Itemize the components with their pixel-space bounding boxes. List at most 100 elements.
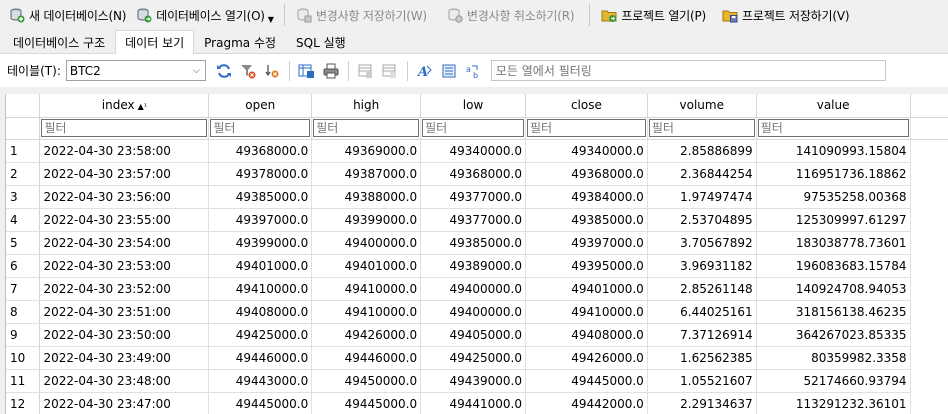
table-cell[interactable]: 2022-04-30 23:54:00 <box>39 231 210 255</box>
open-project-button[interactable]: 프로젝트 열기(P) <box>596 2 711 28</box>
column-filter-input-low[interactable] <box>422 119 524 137</box>
tab-edit-pragmas[interactable]: Pragma 수정 <box>194 31 286 53</box>
revert-changes-button[interactable]: 변경사항 취소하기(R) <box>442 2 579 28</box>
table-cell[interactable]: 2022-04-30 23:53:00 <box>39 254 210 278</box>
table-cell[interactable]: 140924708.94053 <box>756 277 911 301</box>
table-cell[interactable]: 49425000.0 <box>420 346 526 370</box>
table-cell[interactable]: 49401000.0 <box>525 277 648 301</box>
table-cell[interactable]: 49445000.0 <box>208 392 313 414</box>
row-number[interactable]: 11 <box>6 369 41 393</box>
column-header-volume[interactable]: volume <box>647 94 757 118</box>
table-cell[interactable]: 49340000.0 <box>525 139 648 163</box>
table-cell[interactable]: 116951736.18862 <box>756 162 911 186</box>
table-cell[interactable]: 49410000.0 <box>525 300 648 324</box>
row-number[interactable]: 7 <box>6 277 41 301</box>
table-cell[interactable]: 97535258.00368 <box>756 185 911 209</box>
table-cell[interactable]: 49399000.0 <box>208 231 313 255</box>
font-settings-button[interactable]: A <box>413 59 437 83</box>
table-cell[interactable]: 49410000.0 <box>311 300 422 324</box>
table-cell[interactable]: 125309997.61297 <box>756 208 911 232</box>
table-cell[interactable]: 2.85886899 <box>647 139 757 163</box>
table-cell[interactable]: 49389000.0 <box>420 254 526 278</box>
table-cell[interactable]: 49426000.0 <box>311 323 422 347</box>
print-button[interactable] <box>319 59 343 83</box>
table-cell[interactable]: 2022-04-30 23:55:00 <box>39 208 210 232</box>
table-cell[interactable]: 49397000.0 <box>525 231 648 255</box>
table-cell[interactable]: 1.05521607 <box>647 369 757 393</box>
table-cell[interactable]: 1.97497474 <box>647 185 757 209</box>
column-header-low[interactable]: low <box>420 94 526 118</box>
table-cell[interactable]: 2022-04-30 23:56:00 <box>39 185 210 209</box>
table-cell[interactable]: 49377000.0 <box>420 185 526 209</box>
clear-sorting-button[interactable] <box>260 59 284 83</box>
table-cell[interactable]: 2022-04-30 23:48:00 <box>39 369 210 393</box>
table-cell[interactable]: 49395000.0 <box>525 254 648 278</box>
table-cell[interactable]: 49443000.0 <box>208 369 313 393</box>
table-cell[interactable]: 49378000.0 <box>208 162 313 186</box>
column-filter-input-close[interactable] <box>526 119 646 137</box>
row-number[interactable]: 6 <box>6 254 41 278</box>
table-cell[interactable]: 2022-04-30 23:47:00 <box>39 392 210 414</box>
table-row[interactable]: 11 2022-04-30 23:48:00 49443000.0 49450000.… <box>6 369 948 393</box>
table-cell[interactable]: 80359982.3358 <box>756 346 911 370</box>
column-header-index[interactable]: index ▲¹ <box>39 94 210 118</box>
table-cell[interactable]: 49401000.0 <box>311 254 422 278</box>
table-cell[interactable]: 49410000.0 <box>208 277 313 301</box>
table-cell[interactable]: 49408000.0 <box>208 300 313 324</box>
column-filter-input-high[interactable] <box>313 119 420 137</box>
table-cell[interactable]: 2022-04-30 23:49:00 <box>39 346 210 370</box>
table-cell[interactable]: 49400000.0 <box>420 277 526 301</box>
row-number[interactable]: 8 <box>6 300 41 324</box>
table-cell[interactable]: 2022-04-30 23:57:00 <box>39 162 210 186</box>
table-cell[interactable]: 49425000.0 <box>208 323 313 347</box>
table-cell[interactable]: 49445000.0 <box>311 392 422 414</box>
table-cell[interactable]: 113291232.36101 <box>756 392 911 414</box>
row-number[interactable]: 12 <box>6 392 41 414</box>
table-cell[interactable]: 7.37126914 <box>647 323 757 347</box>
clear-filters-button[interactable] <box>236 59 260 83</box>
table-cell[interactable]: 49387000.0 <box>311 162 422 186</box>
table-cell[interactable]: 2.53704895 <box>647 208 757 232</box>
table-cell[interactable]: 2.29134637 <box>647 392 757 414</box>
table-cell[interactable]: 2022-04-30 23:50:00 <box>39 323 210 347</box>
table-cell[interactable]: 1.62562385 <box>647 346 757 370</box>
insert-record-button[interactable] <box>354 59 378 83</box>
row-number[interactable]: 10 <box>6 346 41 370</box>
row-number[interactable]: 3 <box>6 185 41 209</box>
table-cell[interactable]: 49446000.0 <box>208 346 313 370</box>
global-filter-input[interactable] <box>490 60 886 81</box>
table-row[interactable]: 9 2022-04-30 23:50:00 49425000.0 49426000.0… <box>6 323 948 347</box>
write-changes-button[interactable]: 변경사항 저장하기(W) <box>291 2 432 28</box>
table-row[interactable]: 8 2022-04-30 23:51:00 49408000.0 49410000.0… <box>6 300 948 324</box>
save-table-as-button[interactable] <box>295 59 319 83</box>
table-cell[interactable]: 49397000.0 <box>208 208 313 232</box>
table-cell[interactable]: 49410000.0 <box>311 277 422 301</box>
table-cell[interactable]: 364267023.85335 <box>756 323 911 347</box>
column-filter-input-volume[interactable] <box>648 119 755 137</box>
table-cell[interactable]: 141090993.15804 <box>756 139 911 163</box>
tab-browse-data[interactable]: 데이터 보기 <box>115 30 195 54</box>
row-number[interactable]: 2 <box>6 162 41 186</box>
table-row[interactable]: 5 2022-04-30 23:54:00 49399000.0 49400000.0… <box>6 231 948 255</box>
table-cell[interactable]: 2022-04-30 23:51:00 <box>39 300 210 324</box>
table-row[interactable]: 7 2022-04-30 23:52:00 49410000.0 49410000.0… <box>6 277 948 301</box>
table-cell[interactable]: 49442000.0 <box>525 392 648 414</box>
table-cell[interactable]: 318156138.46235 <box>756 300 911 324</box>
table-cell[interactable]: 49385000.0 <box>208 185 313 209</box>
table-select[interactable]: BTC2 ⌵ <box>65 60 206 81</box>
table-cell[interactable]: 3.96931182 <box>647 254 757 278</box>
table-cell[interactable]: 49385000.0 <box>525 208 648 232</box>
table-cell[interactable]: 49399000.0 <box>311 208 422 232</box>
table-cell[interactable]: 49385000.0 <box>420 231 526 255</box>
row-number[interactable]: 1 <box>6 139 41 163</box>
open-database-button[interactable]: 데이터베이스 열기(O) <box>131 2 270 28</box>
row-number[interactable]: 9 <box>6 323 41 347</box>
find-button[interactable] <box>437 59 461 83</box>
table-cell[interactable]: 2.85261148 <box>647 277 757 301</box>
row-number[interactable]: 5 <box>6 231 41 255</box>
table-cell[interactable]: 49439000.0 <box>420 369 526 393</box>
table-cell[interactable]: 52174660.93794 <box>756 369 911 393</box>
column-header-open[interactable]: open <box>208 94 313 118</box>
column-header-close[interactable]: close <box>525 94 648 118</box>
open-database-dropdown-icon[interactable]: ▼ <box>268 15 274 24</box>
